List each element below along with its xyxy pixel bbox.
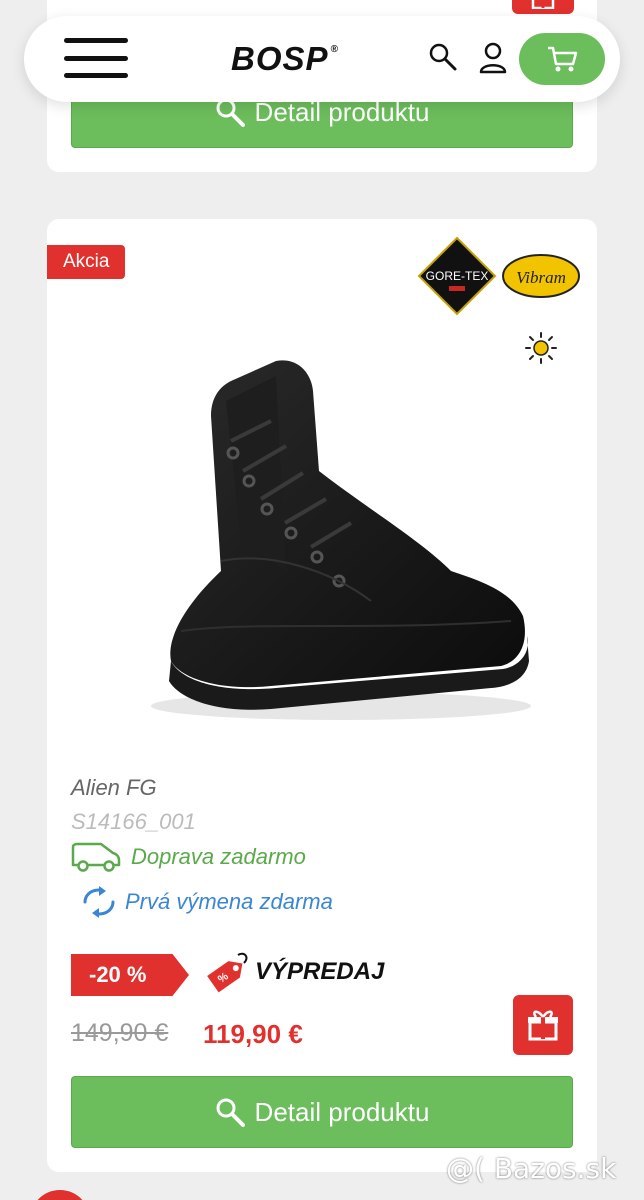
site-header: BOSP ® <box>24 16 620 102</box>
old-price: 149,90 € <box>71 1019 169 1047</box>
logo[interactable]: BOSP ® <box>231 40 339 78</box>
next-card-badge <box>30 1190 90 1200</box>
user-icon[interactable] <box>478 42 508 74</box>
sale-label: VÝPREDAJ <box>255 958 385 985</box>
free-exchange-label: Prvá výmena zdarma <box>125 889 333 914</box>
gift-button-previous[interactable] <box>512 0 574 14</box>
cart-button[interactable] <box>519 33 605 85</box>
search-icon <box>216 1098 245 1127</box>
gore-tex-badge: GORE-TEX <box>417 236 497 316</box>
detail-button-label: Detail produktu <box>254 1096 430 1127</box>
sale-badge: Akcia <box>47 245 126 279</box>
logo-registered-mark: ® <box>330 43 339 55</box>
watermark: @( Bazos.sk <box>446 1152 617 1185</box>
menu-icon[interactable] <box>64 38 128 78</box>
free-shipping-label: Doprava zadarmo <box>131 844 306 869</box>
product-name[interactable]: Alien FG <box>71 775 157 801</box>
cart-icon <box>548 46 578 72</box>
sun-icon <box>525 332 557 364</box>
product-card: Akcia GORE-TEX Vibram Alien FG S14166_00… <box>47 219 597 1172</box>
gift-button[interactable] <box>513 995 573 1055</box>
boot-image <box>151 360 531 720</box>
vibram-badge: Vibram <box>502 254 580 298</box>
search-icon[interactable] <box>428 42 458 72</box>
vibram-label: Vibram <box>516 268 566 287</box>
gift-icon <box>528 1010 558 1041</box>
detail-button[interactable]: Detail produktu <box>71 1076 573 1148</box>
sale-tag-icon: % <box>207 952 248 993</box>
gift-icon <box>531 0 555 9</box>
free-shipping-info: Doprava zadarmo <box>71 840 306 874</box>
gore-tex-label: GORE-TEX <box>426 269 489 283</box>
discount-badge: -20 % <box>71 954 189 996</box>
product-image[interactable] <box>71 241 573 751</box>
current-price: 119,90 € <box>203 1019 303 1049</box>
product-code: S14166_001 <box>71 809 196 834</box>
free-exchange-info: Prvá výmena zdarma <box>71 885 333 919</box>
logo-text: BOSP <box>231 40 329 77</box>
van-icon <box>71 842 121 872</box>
exchange-icon <box>83 886 115 918</box>
